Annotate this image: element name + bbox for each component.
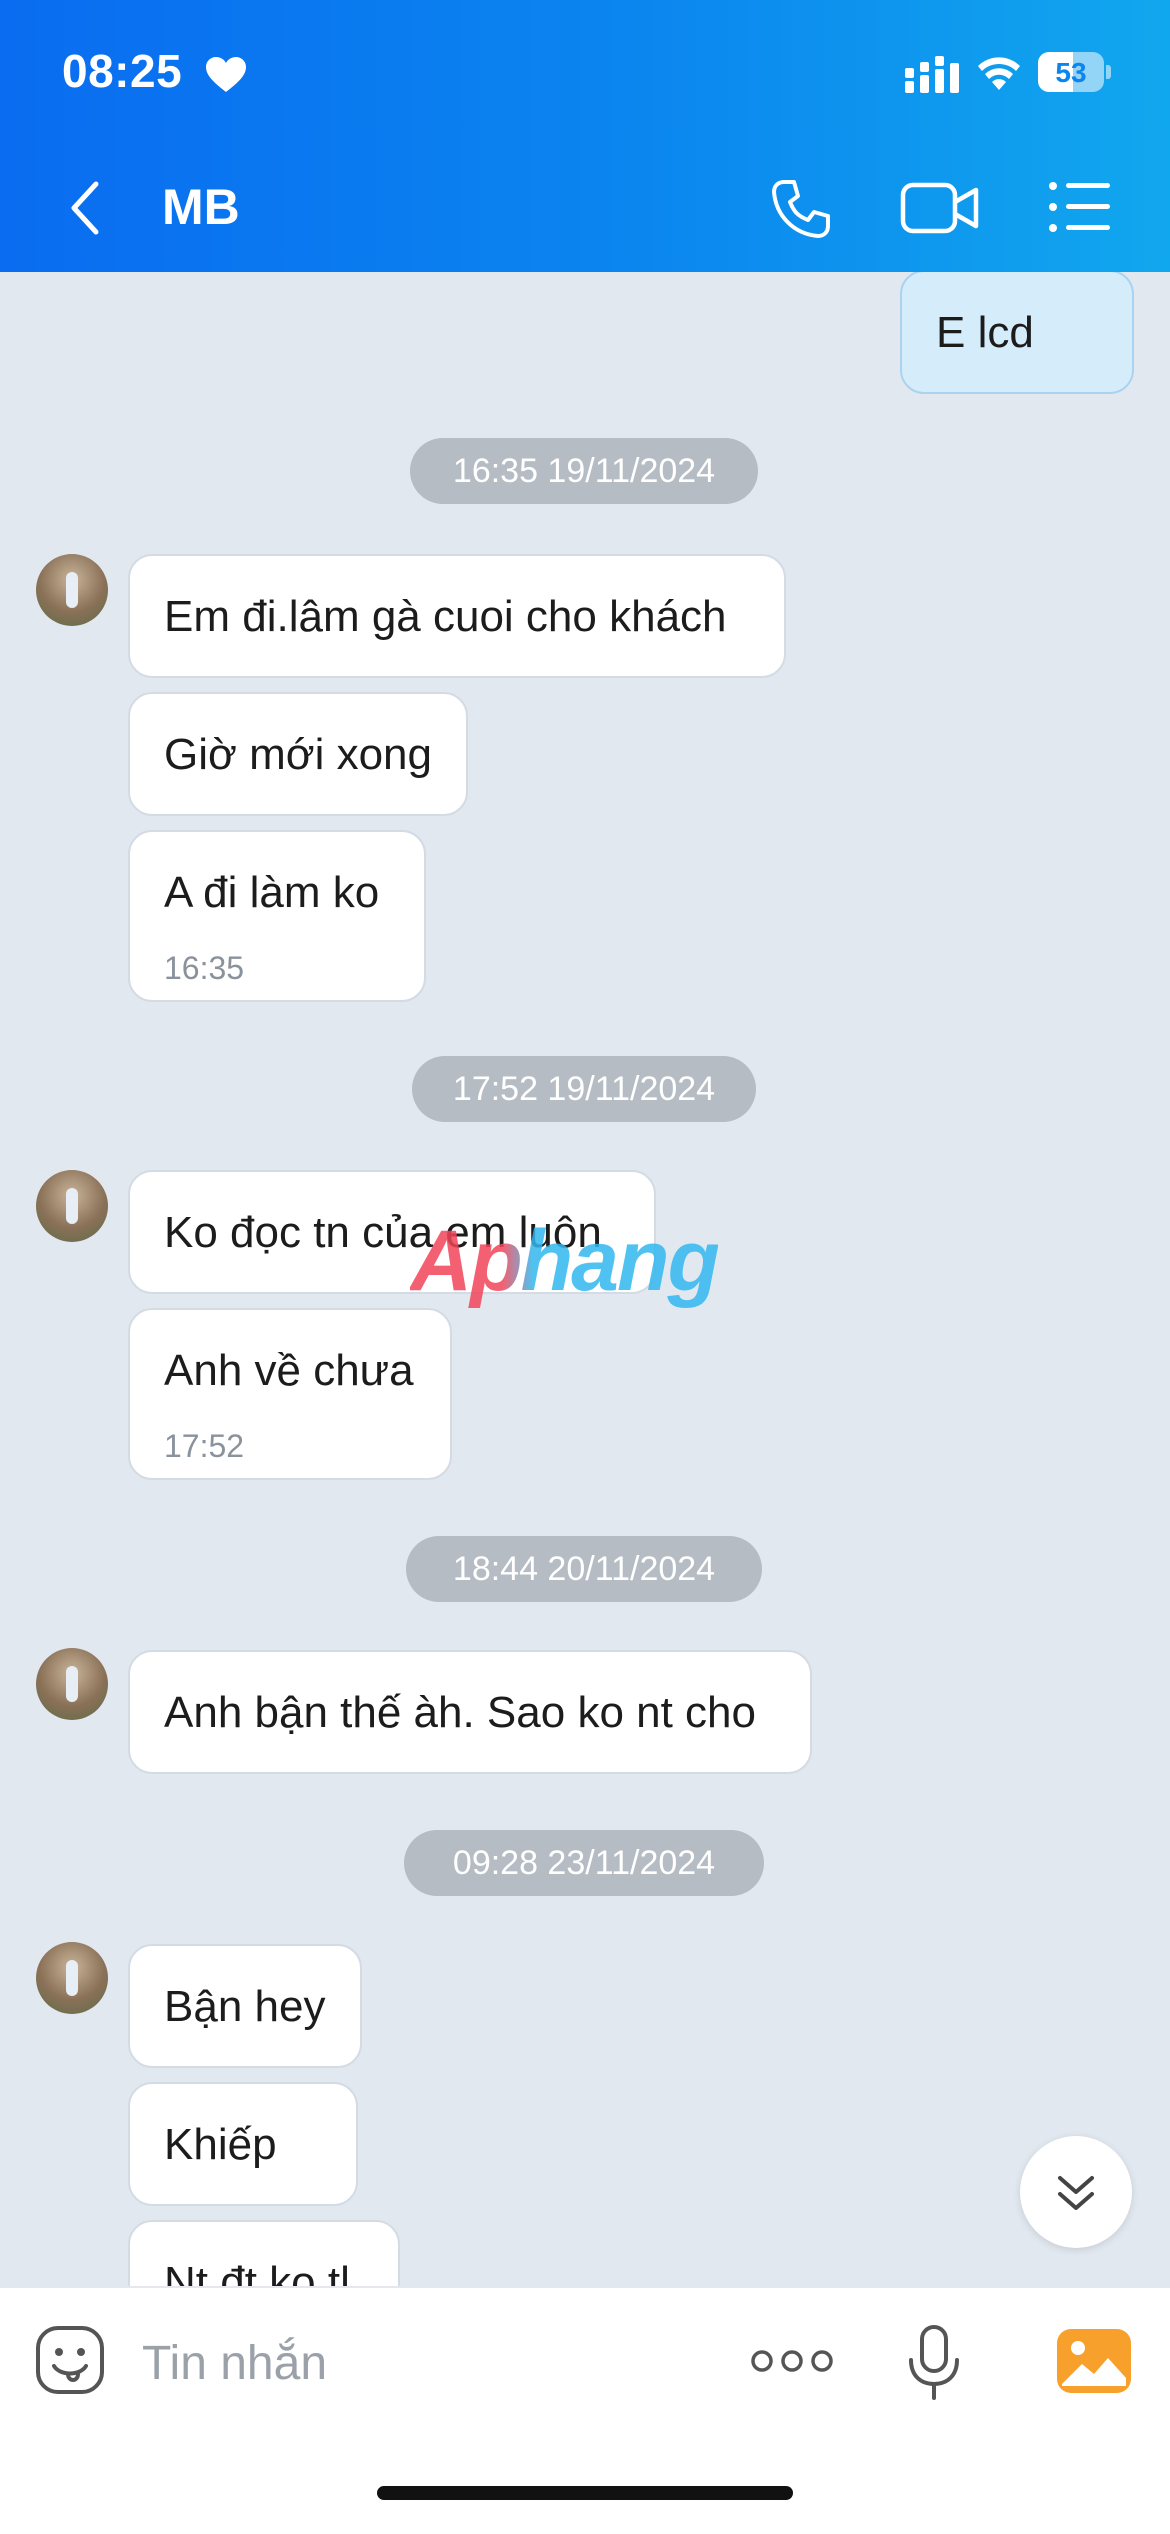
battery-level-text: 53 (1055, 57, 1087, 88)
message-text: Ko đọc tn của em luôn (164, 1208, 602, 1257)
microphone-icon[interactable] (906, 2324, 962, 2402)
contact-avatar[interactable] (36, 1942, 108, 2014)
wifi-icon (978, 57, 1020, 90)
message-time: 16:35 (164, 950, 245, 986)
timestamp-divider: 16:35 19/11/2024 (410, 438, 758, 504)
message-text: Em đi.lâm gà cuoi cho khách (164, 592, 727, 641)
timestamp-divider: 17:52 19/11/2024 (412, 1056, 756, 1122)
message-text: Giờ mới xong (164, 730, 432, 779)
status-time: 08:25 (62, 45, 183, 97)
message-text: E lcd (936, 308, 1034, 357)
timestamp-divider: 09:28 23/11/2024 (404, 1830, 764, 1896)
signal-icon (905, 56, 959, 93)
message-bubble[interactable]: Anh về chưa 17:52 (128, 1308, 452, 1480)
message-bubble[interactable]: Nt đt ko tl (128, 2220, 400, 2286)
double-chevron-down-icon (1058, 2176, 1094, 2210)
message-bubble[interactable]: Khiếp (128, 2082, 358, 2206)
message-bubble[interactable]: A đi làm ko 16:35 (128, 830, 426, 1002)
message-text: Anh bận thế àh. Sao ko nt cho (164, 1688, 757, 1737)
message-bubble[interactable]: Anh bận thế àh. Sao ko nt cho (128, 1650, 812, 1774)
contact-avatar[interactable] (36, 1170, 108, 1242)
message-text: Khiếp (164, 2120, 277, 2169)
message-bubble[interactable]: Giờ mới xong (128, 692, 468, 816)
scroll-to-bottom-button[interactable] (1020, 2136, 1132, 2248)
contact-avatar[interactable] (36, 1648, 108, 1720)
phone-call-icon[interactable] (770, 178, 832, 240)
message-input[interactable] (140, 2330, 704, 2396)
more-options-icon[interactable] (750, 2346, 834, 2376)
video-call-icon[interactable] (900, 180, 980, 236)
heart-icon (206, 57, 246, 92)
image-gallery-icon[interactable] (1056, 2328, 1132, 2394)
timestamp-divider: 18:44 20/11/2024 (406, 1536, 762, 1602)
message-list[interactable]: E lcd 16:35 19/11/2024 Em đi.lâm gà cuoi… (0, 272, 1170, 2286)
contact-avatar[interactable] (36, 554, 108, 626)
message-bubble[interactable]: Em đi.lâm gà cuoi cho khách (128, 554, 786, 678)
menu-list-icon[interactable] (1048, 180, 1112, 234)
message-text: Bận hey (164, 1982, 326, 2031)
contact-name[interactable]: MB (162, 178, 240, 236)
message-composer (0, 2286, 1170, 2534)
message-time: 17:52 (164, 1428, 245, 1464)
message-text: Nt đt ko tl (164, 2258, 350, 2286)
chat-header: 08:25 53 MB (0, 0, 1170, 272)
my-message-bubble[interactable]: E lcd (900, 272, 1134, 394)
battery-indicator: 53 (1038, 52, 1111, 92)
message-text: Anh về chưa (164, 1346, 414, 1395)
back-arrow-icon[interactable] (66, 178, 106, 238)
emoji-sticker-icon[interactable] (34, 2324, 106, 2396)
message-bubble[interactable]: Ko đọc tn của em luôn (128, 1170, 656, 1294)
message-bubble[interactable]: Bận hey (128, 1944, 362, 2068)
home-indicator (377, 2486, 793, 2500)
message-text: A đi làm ko (164, 868, 380, 917)
